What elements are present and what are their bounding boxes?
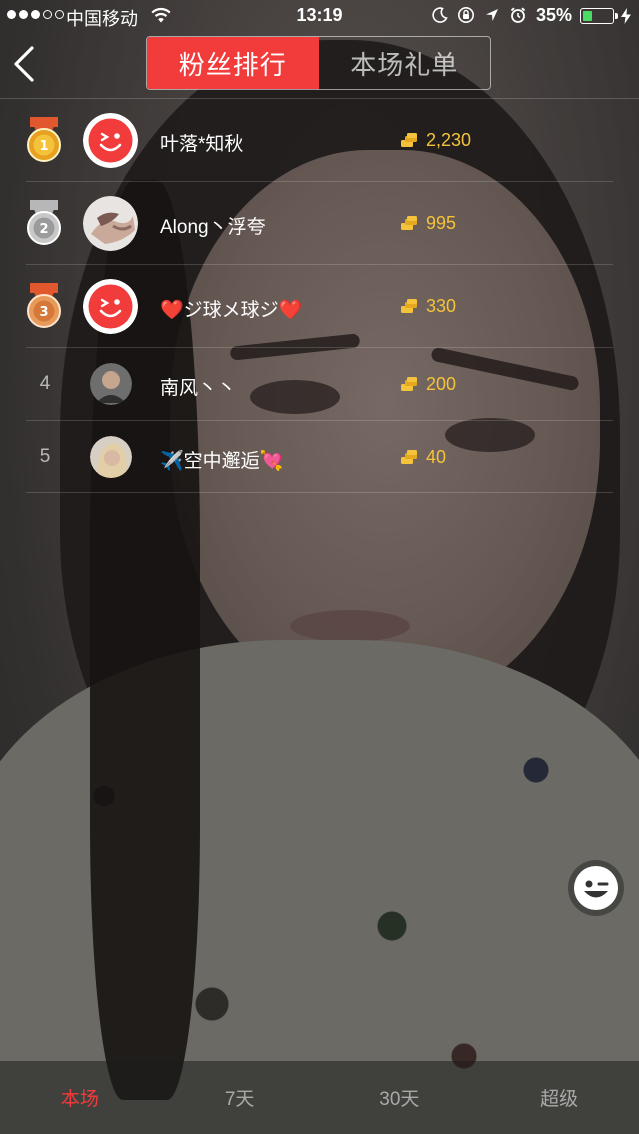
- battery-percentage: 35%: [536, 5, 573, 25]
- coin-stack-icon: [401, 216, 417, 230]
- svg-text:2: 2: [39, 222, 48, 237]
- coin-stack-icon: [401, 450, 417, 464]
- ranking-row[interactable]: 3 ❤️ジ球メ球ジ❤️ 330: [0, 265, 639, 348]
- fan-nickname: Along丶浮夸: [160, 217, 266, 238]
- default-smiley-avatar: [83, 113, 138, 168]
- fan-nickname: ✈️空中邂逅💘: [160, 451, 284, 472]
- contribution-value: 2,230: [426, 130, 472, 150]
- moon-icon: [432, 7, 448, 23]
- coin-stack-icon: [401, 133, 417, 147]
- coin-stack-icon: [401, 377, 417, 391]
- contribution-value: 200: [426, 374, 457, 394]
- svg-text:3: 3: [39, 305, 48, 320]
- fan-nickname: 叶落*知秋: [160, 134, 244, 155]
- orientation-lock-icon: [458, 7, 474, 23]
- contribution-value: 330: [426, 296, 457, 316]
- battery-icon: [580, 8, 618, 24]
- fan-nickname: 南风丶丶: [160, 378, 237, 399]
- location-arrow-icon: [486, 9, 498, 21]
- status-bar: 中国移动 13:19 35%: [0, 0, 639, 32]
- tab-gift-list[interactable]: 本场礼单: [319, 37, 491, 89]
- tab-30-days[interactable]: 30天: [320, 1061, 480, 1134]
- ranking-row[interactable]: 1 叶落*知秋 2,230: [0, 99, 639, 182]
- alarm-icon: [510, 7, 526, 23]
- coin-stack-icon: [401, 299, 417, 313]
- contribution-value: 995: [426, 213, 457, 233]
- silver-medal-icon: 2: [27, 200, 61, 245]
- svg-text:1: 1: [39, 139, 48, 154]
- charging-bolt-icon: [621, 8, 631, 24]
- default-smiley-avatar: [83, 279, 138, 334]
- tab-7-days[interactable]: 7天: [160, 1061, 320, 1134]
- photo-man-avatar: [90, 363, 132, 405]
- avatar[interactable]: [83, 196, 138, 251]
- avatar[interactable]: [83, 279, 138, 334]
- rank-number: 4: [39, 373, 51, 394]
- avatar[interactable]: [90, 363, 132, 405]
- emoji-button[interactable]: [568, 860, 624, 916]
- period-tab-bar: 本场 7天 30天 超级: [0, 1061, 639, 1134]
- tab-super[interactable]: 超级: [479, 1061, 639, 1134]
- bronze-medal-icon: 3: [27, 283, 61, 328]
- tab-fan-ranking[interactable]: 粉丝排行: [147, 37, 319, 89]
- photo-blonde-avatar: [90, 436, 132, 478]
- tab-this-session[interactable]: 本场: [0, 1061, 160, 1134]
- ranking-row[interactable]: 4 南风丶丶 200: [0, 348, 639, 421]
- back-button[interactable]: [10, 44, 40, 84]
- ranking-row[interactable]: 5 ✈️空中邂逅💘 40: [0, 421, 639, 493]
- ranking-row[interactable]: 2 Along丶浮夸 995: [0, 182, 639, 265]
- avatar[interactable]: [83, 113, 138, 168]
- wink-face-icon: [574, 866, 618, 910]
- photo-hands-avatar: [83, 196, 138, 251]
- avatar[interactable]: [90, 436, 132, 478]
- rank-number: 5: [39, 446, 51, 467]
- contribution-value: 40: [426, 447, 447, 467]
- fan-nickname: ❤️ジ球メ球ジ❤️: [160, 300, 303, 321]
- chevron-left-icon: [14, 46, 34, 82]
- ranking-tab-switcher: 粉丝排行 本场礼单: [146, 36, 491, 90]
- gold-medal-icon: 1: [27, 117, 61, 162]
